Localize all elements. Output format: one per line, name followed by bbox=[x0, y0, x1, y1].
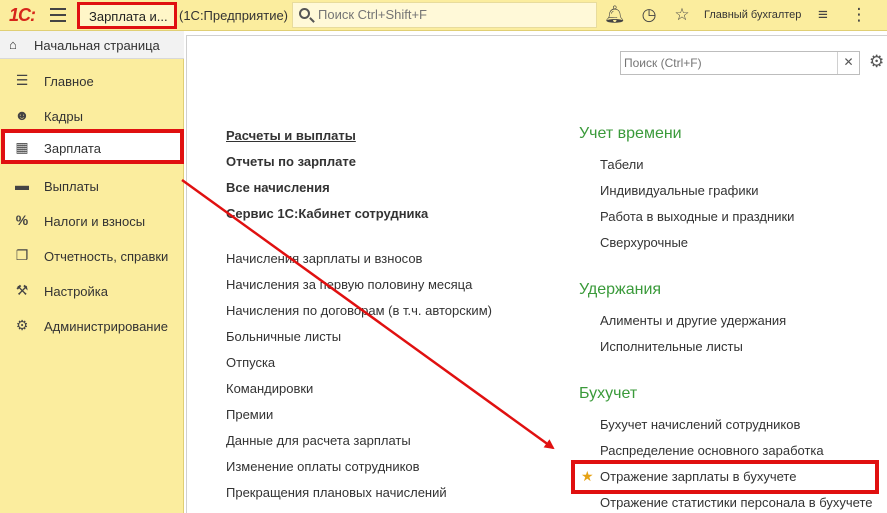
clear-search-icon[interactable]: ✕ bbox=[837, 52, 859, 74]
link-individual-schedules[interactable]: Индивидуальные графики bbox=[600, 183, 759, 198]
more-icon[interactable]: ⋮ bbox=[849, 5, 869, 25]
sidebar-item-main[interactable]: ☰ Главное bbox=[0, 63, 184, 98]
sidebar: ⌂ Начальная страница ☰ Главное ☻ Кадры ▦… bbox=[0, 31, 184, 513]
window-title-suffix: (1С:Предприятие) bbox=[179, 8, 289, 23]
link-staff-statistics[interactable]: Отражение статистики персонала в бухучет… bbox=[600, 495, 872, 510]
sidebar-item-label: Отчетность, справки bbox=[44, 249, 169, 264]
sidebar-item-label: Выплаты bbox=[44, 179, 99, 194]
link-employee-cabinet[interactable]: Сервис 1С:Кабинет сотрудника bbox=[226, 206, 428, 221]
link-accruals[interactable]: Начисления зарплаты и взносов bbox=[226, 251, 422, 266]
link-stop-accruals[interactable]: Прекращения плановых начислений bbox=[226, 485, 447, 500]
sidebar-item-home[interactable]: ⌂ Начальная страница bbox=[0, 31, 184, 59]
link-salary-reflection[interactable]: Отражение зарплаты в бухучете bbox=[600, 469, 796, 484]
app-logo: 1С: bbox=[9, 5, 36, 25]
panel-settings-icon[interactable]: ⚙ bbox=[869, 52, 884, 72]
section-search[interactable]: ✕ bbox=[620, 51, 860, 75]
link-calculations-payments[interactable]: Расчеты и выплаты bbox=[226, 128, 356, 143]
sidebar-item-payments[interactable]: ▬ Выплаты bbox=[0, 168, 184, 203]
link-holiday-work[interactable]: Работа в выходные и праздники bbox=[600, 209, 794, 224]
link-vacations[interactable]: Отпуска bbox=[226, 355, 275, 370]
main-menu-icon[interactable] bbox=[50, 8, 66, 22]
sidebar-item-taxes[interactable]: % Налоги и взносы bbox=[0, 203, 184, 238]
documents-icon: ❐ bbox=[15, 247, 29, 263]
link-all-accruals[interactable]: Все начисления bbox=[226, 180, 330, 195]
sidebar-item-settings[interactable]: ⚒ Настройка bbox=[0, 273, 184, 308]
search-icon bbox=[299, 8, 310, 19]
sidebar-item-salary[interactable]: ▦ Зарплата bbox=[1, 129, 184, 164]
calculator-icon: ▦ bbox=[15, 139, 29, 155]
menu-lines-icon: ☰ bbox=[15, 72, 29, 88]
wrench-icon: ⚒ bbox=[15, 282, 29, 298]
global-search[interactable] bbox=[292, 2, 597, 28]
window-title[interactable]: Зарплата и... bbox=[77, 2, 177, 29]
people-icon: ☻ bbox=[14, 107, 30, 123]
link-pay-changes[interactable]: Изменение оплаты сотрудников bbox=[226, 459, 420, 474]
top-bar: 1С: Зарплата и... (1С:Предприятие) 🔔︎ ◷ … bbox=[0, 0, 887, 31]
link-timesheets[interactable]: Табели bbox=[600, 157, 644, 172]
link-writs[interactable]: Исполнительные листы bbox=[600, 339, 743, 354]
link-accounting-accruals[interactable]: Бухучет начислений сотрудников bbox=[600, 417, 800, 432]
section-title-accounting: Бухучет bbox=[579, 385, 638, 402]
global-search-input[interactable] bbox=[318, 7, 588, 22]
sidebar-item-label: Главное bbox=[44, 74, 94, 89]
link-sick-leave[interactable]: Больничные листы bbox=[226, 329, 341, 344]
link-alimony[interactable]: Алименты и другие удержания bbox=[600, 313, 786, 328]
history-icon[interactable]: ◷ bbox=[639, 5, 659, 25]
current-user[interactable]: Главный бухгалтер bbox=[704, 9, 801, 21]
link-salary-reports[interactable]: Отчеты по зарплате bbox=[226, 154, 356, 169]
sidebar-item-admin[interactable]: ⚙ Администрирование bbox=[0, 308, 184, 343]
link-contract-accruals[interactable]: Начисления по договорам (в т.ч. авторски… bbox=[226, 303, 492, 318]
sidebar-item-label: Начальная страница bbox=[34, 38, 160, 53]
link-earnings-distribution[interactable]: Распределение основного заработка bbox=[600, 443, 824, 458]
card-icon: ▬ bbox=[15, 177, 29, 193]
sidebar-item-label: Налоги и взносы bbox=[44, 214, 146, 229]
percent-icon: % bbox=[15, 212, 29, 228]
link-salary-data[interactable]: Данные для расчета зарплаты bbox=[226, 433, 411, 448]
settings-menu-icon[interactable]: ≡ bbox=[813, 5, 833, 25]
gear-icon: ⚙ bbox=[15, 317, 29, 333]
sidebar-item-label: Настройка bbox=[44, 284, 108, 299]
link-bonuses[interactable]: Премии bbox=[226, 407, 273, 422]
sidebar-item-reports[interactable]: ❐ Отчетность, справки bbox=[0, 238, 184, 273]
bell-icon[interactable]: 🔔︎ bbox=[604, 5, 626, 25]
sidebar-item-label: Кадры bbox=[44, 109, 83, 124]
section-search-input[interactable] bbox=[624, 56, 834, 70]
sidebar-item-staff[interactable]: ☻ Кадры bbox=[0, 98, 184, 133]
favorite-star-icon[interactable]: ★ bbox=[581, 468, 594, 485]
section-title-deductions: Удержания bbox=[579, 281, 662, 298]
link-first-half-accruals[interactable]: Начисления за первую половину месяца bbox=[226, 277, 472, 292]
section-title-time: Учет времени bbox=[579, 125, 682, 142]
link-overtime[interactable]: Сверхурочные bbox=[600, 235, 688, 250]
star-icon[interactable]: ☆ bbox=[672, 5, 692, 25]
link-business-trips[interactable]: Командировки bbox=[226, 381, 313, 396]
sidebar-item-label: Зарплата bbox=[44, 141, 101, 156]
home-icon: ⌂ bbox=[9, 37, 17, 52]
sidebar-item-label: Администрирование bbox=[44, 319, 168, 334]
